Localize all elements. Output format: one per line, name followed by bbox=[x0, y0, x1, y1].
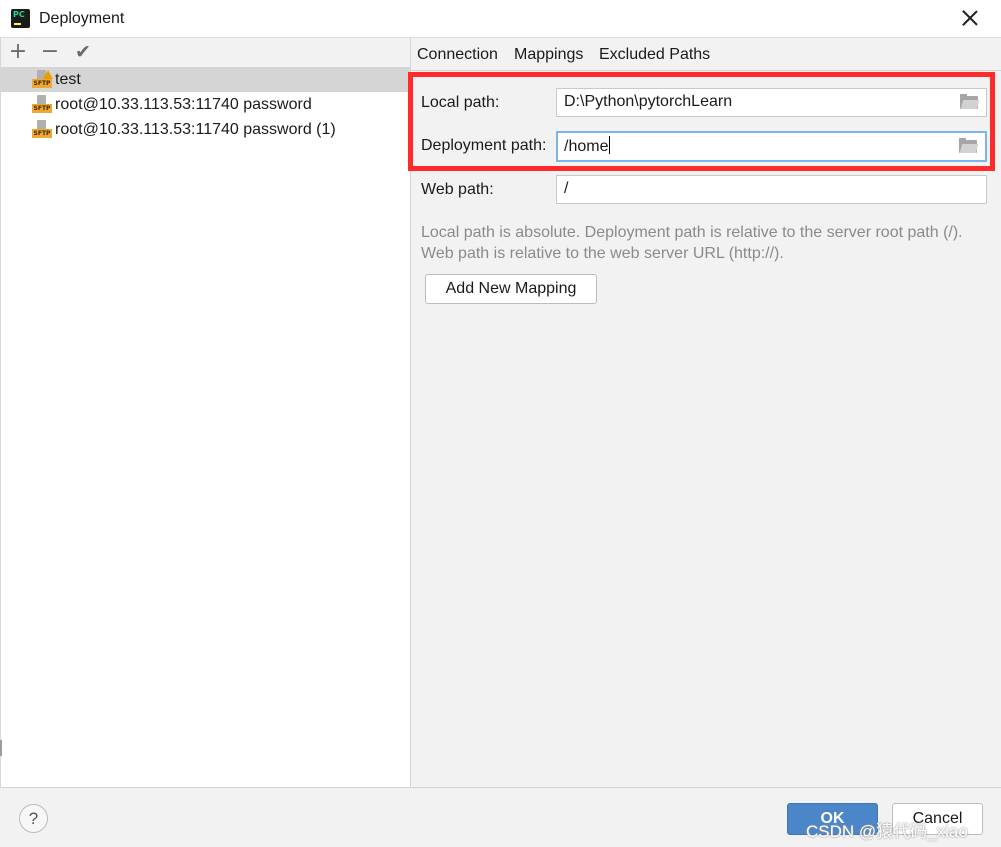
close-icon[interactable] bbox=[958, 6, 982, 30]
sftp-server-icon: SFTP bbox=[32, 95, 52, 114]
warning-icon bbox=[43, 70, 53, 79]
path-hint-text: Local path is absolute. Deployment path … bbox=[421, 224, 963, 262]
pycharm-app-icon: PC bbox=[11, 9, 30, 28]
browse-folder-icon[interactable] bbox=[959, 138, 979, 153]
server-item-root-password-1[interactable]: SFTP root@10.33.113.53:11740 password (1… bbox=[1, 117, 410, 142]
help-icon[interactable]: ? bbox=[19, 804, 48, 833]
panel-resize-handle[interactable] bbox=[0, 740, 2, 756]
tab-mappings[interactable]: Mappings bbox=[514, 46, 583, 64]
web-path-field[interactable]: / bbox=[556, 175, 987, 204]
window-title: Deployment bbox=[39, 10, 125, 27]
server-name: test bbox=[55, 71, 81, 88]
add-server-button[interactable]: + bbox=[6, 40, 30, 64]
remove-server-button[interactable]: − bbox=[38, 40, 62, 64]
ok-button[interactable]: OK bbox=[787, 803, 878, 835]
deployment-path-field[interactable]: /home bbox=[556, 131, 987, 162]
text-caret bbox=[609, 136, 611, 154]
server-name: root@10.33.113.53:11740 password (1) bbox=[55, 121, 336, 138]
local-path-field[interactable]: D:\Python\pytorchLearn bbox=[556, 88, 987, 117]
add-new-mapping-button[interactable]: Add New Mapping bbox=[425, 274, 597, 304]
sftp-server-icon: SFTP bbox=[32, 70, 53, 89]
settings-panel: Connection Mappings Excluded Paths Local… bbox=[411, 38, 1001, 787]
dialog-footer: ? OK Cancel bbox=[0, 787, 1001, 847]
settings-tabs: Connection Mappings Excluded Paths bbox=[411, 38, 1001, 71]
server-item-root-password[interactable]: SFTP root@10.33.113.53:11740 password bbox=[1, 92, 410, 117]
title-bar: PC Deployment bbox=[0, 0, 1001, 38]
deployment-path-label: Deployment path: bbox=[421, 137, 547, 154]
sftp-server-icon: SFTP bbox=[32, 120, 52, 139]
server-toolbar: + − ✔ bbox=[1, 38, 410, 67]
web-path-label: Web path: bbox=[421, 181, 494, 198]
cancel-button[interactable]: Cancel bbox=[892, 803, 983, 835]
server-list-panel: + − ✔ SFTP test SFTP root@10.33.113.53:1… bbox=[0, 38, 411, 787]
browse-folder-icon[interactable] bbox=[960, 94, 980, 109]
server-name: root@10.33.113.53:11740 password bbox=[55, 96, 312, 113]
server-list: SFTP test SFTP root@10.33.113.53:11740 p… bbox=[1, 67, 410, 142]
local-path-label: Local path: bbox=[421, 94, 500, 111]
server-item-test[interactable]: SFTP test bbox=[1, 67, 410, 92]
tab-excluded-paths[interactable]: Excluded Paths bbox=[599, 46, 710, 64]
set-default-check-icon[interactable]: ✔ bbox=[71, 40, 95, 64]
tab-connection[interactable]: Connection bbox=[417, 46, 498, 64]
